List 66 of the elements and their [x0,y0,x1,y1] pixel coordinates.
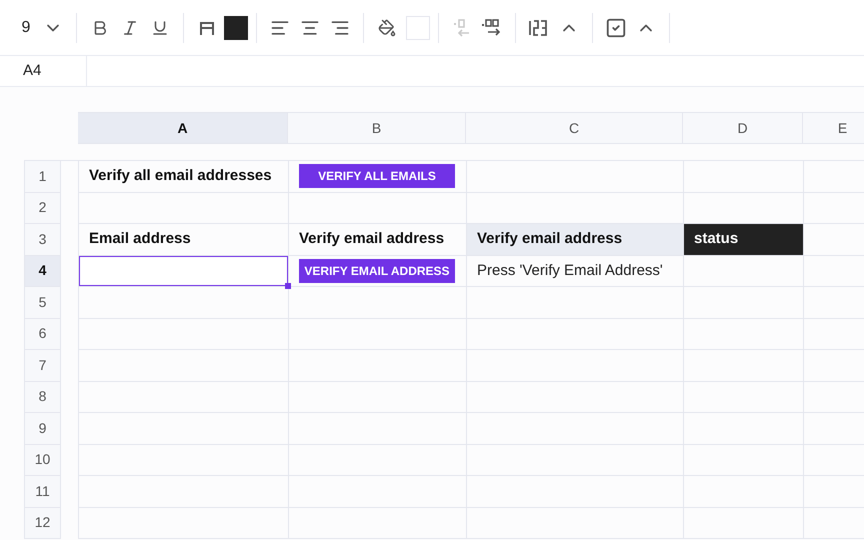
table-cell[interactable] [79,318,289,350]
table-cell: Verify all email addresses [79,161,289,192]
table-cell[interactable] [79,508,289,539]
column-header[interactable]: D [683,112,803,144]
table-cell[interactable] [79,287,289,318]
fill-handle[interactable] [285,283,291,289]
row-header[interactable]: 12 [24,508,61,539]
table-cell[interactable] [467,508,684,539]
column-header[interactable]: B [288,112,466,144]
column-header[interactable]: A [78,112,288,144]
column-header[interactable]: C [466,112,683,144]
table-cell[interactable] [467,476,684,508]
fill-color-swatch[interactable] [406,16,430,40]
row-header[interactable]: 10 [24,444,61,476]
table-cell[interactable] [79,413,289,444]
table-cell[interactable] [684,256,804,287]
table-cell[interactable] [289,350,467,382]
table-cell[interactable] [684,287,804,318]
table-cell: status [684,224,804,256]
table-cell[interactable] [79,382,289,413]
table-cell[interactable] [79,350,289,382]
row-header[interactable]: 3 [24,224,61,256]
table-cell[interactable] [467,382,684,413]
row-header[interactable]: 8 [24,382,61,413]
column-header[interactable]: E [803,112,864,144]
table-cell[interactable] [684,318,804,350]
table-cell[interactable] [289,413,467,444]
row-header[interactable]: 7 [24,350,61,382]
table-cell[interactable] [467,318,684,350]
table-cell[interactable] [467,350,684,382]
table-cell[interactable] [79,192,289,224]
row-header[interactable]: 2 [24,192,61,224]
table-cell[interactable] [467,444,684,476]
verify-button[interactable]: VERIFY ALL EMAILS [299,164,455,188]
table-cell[interactable] [289,508,467,539]
table-cell[interactable] [684,444,804,476]
table-cell[interactable] [684,350,804,382]
table-cell[interactable] [684,161,804,192]
row-header[interactable]: 1 [24,161,61,192]
table-cell: Verify email address [467,224,684,256]
table-cell[interactable] [289,476,467,508]
table-cell[interactable] [467,413,684,444]
table-cell[interactable] [289,318,467,350]
row-header[interactable]: 4 [24,256,61,287]
verify-button[interactable]: VERIFY EMAIL ADDRESS [299,258,455,283]
table-cell[interactable] [684,382,804,413]
table-cell[interactable] [289,287,467,318]
table-cell[interactable] [289,444,467,476]
table-cell[interactable] [467,287,684,318]
table-cell[interactable] [684,508,804,539]
table-cell[interactable] [467,161,684,192]
table-cell[interactable] [79,444,289,476]
table-cell: Press 'Verify Email Address' [467,256,684,287]
table-cell[interactable] [289,192,467,224]
row-header[interactable]: 6 [24,318,61,350]
table-cell[interactable] [289,382,467,413]
table-cell[interactable] [79,476,289,508]
font-size-value[interactable]: 9 [14,16,38,40]
text-color-swatch[interactable] [224,16,248,40]
table-cell[interactable] [684,413,804,444]
row-header[interactable]: 9 [24,413,61,444]
name-box[interactable]: A4 [0,56,87,86]
row-header[interactable]: 5 [24,287,61,318]
table-cell[interactable] [684,476,804,508]
row-header[interactable]: 11 [24,476,61,508]
active-cell[interactable] [79,256,288,286]
